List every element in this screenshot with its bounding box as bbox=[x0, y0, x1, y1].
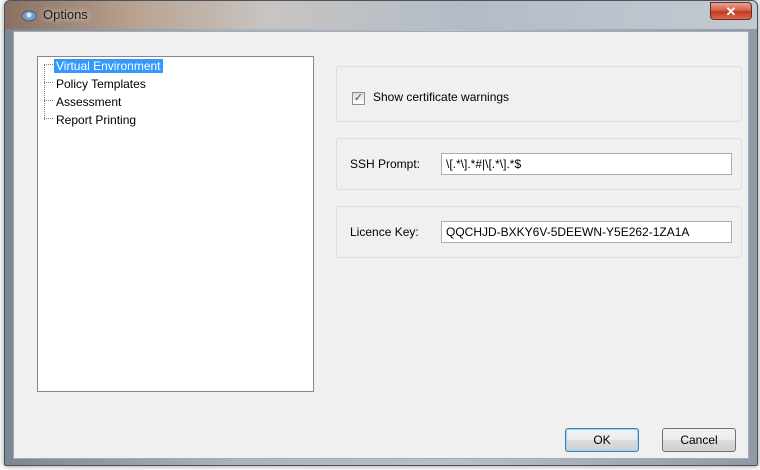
tree-item-label: Report Printing bbox=[56, 113, 137, 127]
licence-key-group: Licence Key: QQCHJD-BXKY6V-5DEEWN-Y5E262… bbox=[336, 206, 742, 258]
ssh-prompt-label: SSH Prompt: bbox=[350, 157, 421, 171]
cancel-button[interactable]: Cancel bbox=[662, 428, 736, 452]
certificate-group: ✓ Show certificate warnings bbox=[336, 66, 742, 122]
show-certificate-warnings-label[interactable]: Show certificate warnings bbox=[373, 90, 509, 104]
title-bar[interactable]: Options ✕ bbox=[5, 1, 757, 29]
dialog-client-area: Virtual Environment Policy Templates Ass… bbox=[13, 31, 749, 459]
checkmark-icon: ✓ bbox=[353, 92, 364, 104]
tree-item-virtual-environment[interactable]: Virtual Environment bbox=[38, 57, 238, 75]
window-title: Options bbox=[43, 7, 88, 22]
licence-key-label: Licence Key: bbox=[350, 225, 419, 239]
tree-item-label: Assessment bbox=[56, 95, 122, 109]
tree-item-label: Policy Templates bbox=[56, 77, 146, 91]
ssh-prompt-group: SSH Prompt: \[.*\].*#|\[.*\].*$ bbox=[336, 138, 742, 190]
close-icon: ✕ bbox=[725, 4, 737, 19]
options-app-icon bbox=[21, 10, 37, 22]
ok-button[interactable]: OK bbox=[565, 428, 639, 452]
tree-item-assessment[interactable]: Assessment bbox=[38, 93, 238, 111]
tree-item-policy-templates[interactable]: Policy Templates bbox=[38, 75, 238, 93]
ssh-prompt-input[interactable]: \[.*\].*#|\[.*\].*$ bbox=[441, 153, 732, 175]
options-tree[interactable]: Virtual Environment Policy Templates Ass… bbox=[37, 56, 314, 392]
options-window: Options ✕ Virtual Environment Policy Tem… bbox=[4, 0, 758, 466]
show-certificate-warnings-checkbox[interactable]: ✓ bbox=[352, 92, 365, 105]
tree-item-label: Virtual Environment bbox=[54, 59, 163, 73]
close-button[interactable]: ✕ bbox=[710, 2, 752, 20]
licence-key-input[interactable]: QQCHJD-BXKY6V-5DEEWN-Y5E262-1ZA1A bbox=[441, 221, 732, 243]
tree-item-report-printing[interactable]: Report Printing bbox=[38, 111, 238, 129]
